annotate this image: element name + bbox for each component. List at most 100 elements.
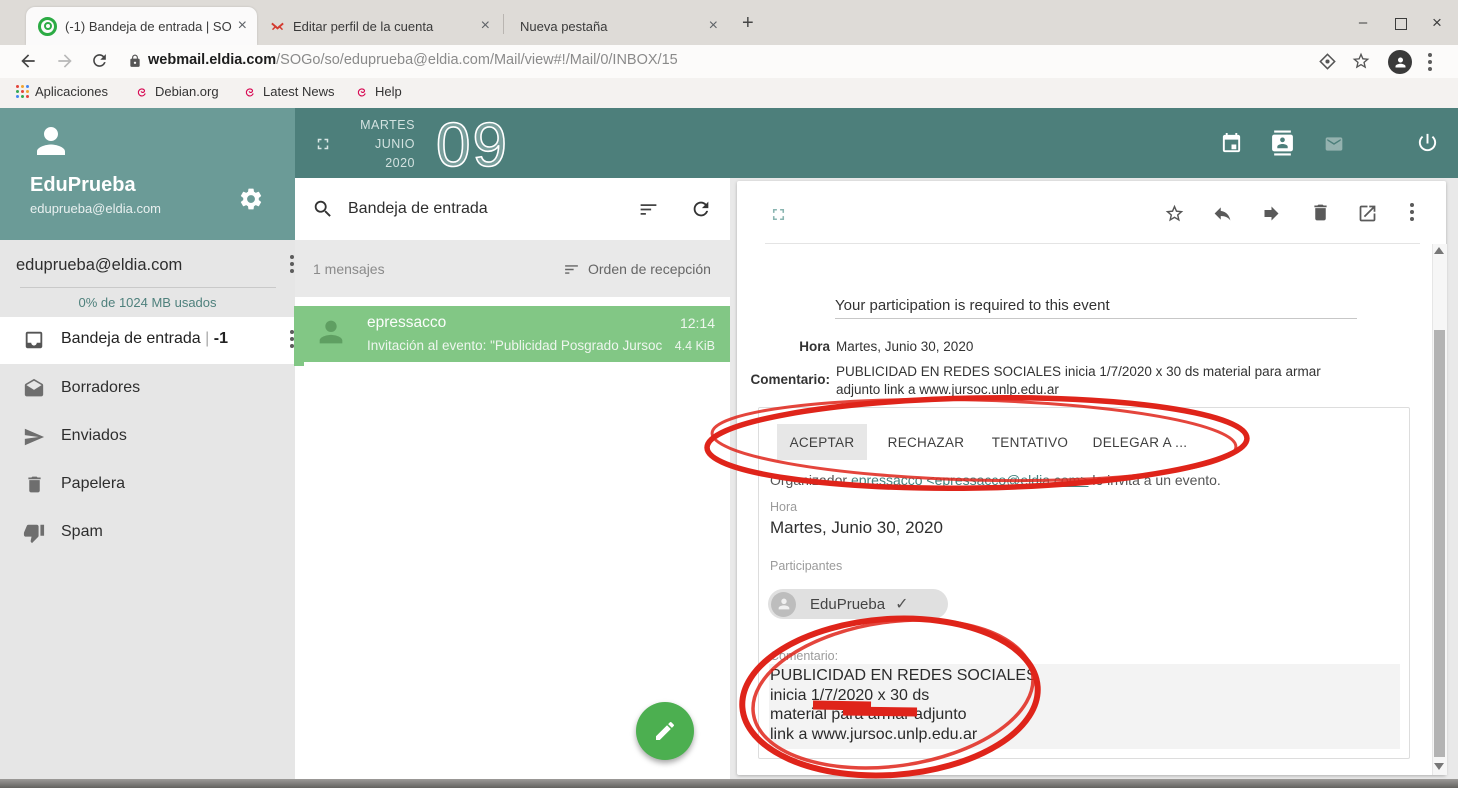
- folder-label: Bandeja de entrada: [61, 330, 201, 347]
- bookmark-apps[interactable]: Aplicaciones: [16, 84, 108, 99]
- bookmark-debian[interactable]: Debian.org: [135, 84, 219, 99]
- bookmark-star-icon[interactable]: [1351, 51, 1371, 71]
- send-icon: [23, 426, 45, 448]
- participant-chip[interactable]: EduPrueba ✓: [768, 589, 948, 619]
- sidebar-user-email: eduprueba@eldia.com: [30, 201, 161, 216]
- sidebar-item-drafts-label: Borradores: [61, 379, 140, 397]
- debian-swirl-icon: [135, 85, 149, 99]
- tab-title: Nueva pestaña: [520, 19, 703, 34]
- tab-close-icon[interactable]: ×: [703, 17, 728, 35]
- window-maximize-button[interactable]: [1395, 18, 1407, 30]
- invitation-comment-label: Comentario:: [770, 649, 838, 663]
- hora-value: Martes, Junio 30, 2020: [836, 339, 973, 354]
- participant-name: EduPrueba: [810, 596, 885, 613]
- back-icon[interactable]: [18, 51, 38, 71]
- tab-inbox[interactable]: (-1) Bandeja de entrada | SO ×: [26, 7, 257, 45]
- accept-button[interactable]: ACEPTAR: [777, 424, 867, 460]
- sidebar-account-label[interactable]: eduprueba@eldia.com: [16, 256, 182, 275]
- person-icon: [1393, 55, 1408, 70]
- bookmark-label: Debian.org: [155, 84, 219, 99]
- expand-mail-icon[interactable]: [769, 205, 788, 224]
- sogo-favicon: [38, 17, 57, 36]
- tab-close-icon[interactable]: ×: [475, 17, 500, 35]
- refresh-icon[interactable]: [690, 198, 712, 220]
- toolbar-divider: [765, 243, 1420, 244]
- bookmark-help[interactable]: Help: [355, 84, 402, 99]
- organizer-suffix: lo invita a un evento.: [1089, 472, 1221, 488]
- tab-new[interactable]: Nueva pestaña ×: [506, 7, 728, 45]
- forward-mail-icon[interactable]: [1261, 203, 1282, 224]
- search-input[interactable]: Bandeja de entrada: [348, 200, 488, 218]
- account-menu-icon[interactable]: [290, 255, 294, 276]
- participation-note: Your participation is required to this e…: [835, 297, 1110, 314]
- forward-icon[interactable]: [55, 51, 75, 71]
- sidebar-item-inbox-label: Bandeja de entrada | -1: [61, 330, 228, 348]
- tab-title: Editar perfil de la cuenta: [293, 19, 475, 34]
- window-bottom-edge: [0, 779, 1458, 788]
- hora-label: Hora: [745, 339, 830, 354]
- comentario-value: PUBLICIDAD EN REDES SOCIALES inicia 1/7/…: [836, 363, 1364, 398]
- browser-menu-icon[interactable]: [1428, 53, 1432, 74]
- apps-grid-icon: [16, 85, 29, 98]
- order-sort-icon[interactable]: [563, 261, 580, 278]
- preview-eye-icon[interactable]: [1318, 52, 1337, 71]
- organizer-line: Organizador epressacco <epressacco@eldia…: [770, 472, 1221, 488]
- comment-line: inicia 1/7/2020 x 30 ds: [770, 686, 1037, 706]
- new-tab-button[interactable]: +: [742, 12, 754, 35]
- mail-scrollbar-thumb[interactable]: [1434, 330, 1445, 757]
- tab-close-icon[interactable]: ×: [232, 17, 257, 35]
- comentario-label: Comentario:: [745, 372, 830, 387]
- tab-separator: [503, 14, 504, 34]
- scroll-up-icon[interactable]: [1434, 247, 1444, 254]
- gear-icon[interactable]: [238, 186, 264, 212]
- debian-swirl-icon: [355, 85, 369, 99]
- tentative-button[interactable]: TENTATIVO: [984, 424, 1076, 460]
- compose-fab-button[interactable]: [636, 702, 694, 760]
- power-icon[interactable]: [1416, 131, 1439, 154]
- message-size: 4.4 KiB: [663, 339, 715, 353]
- delete-icon[interactable]: [1310, 202, 1331, 223]
- browser-profile-avatar[interactable]: [1388, 50, 1412, 74]
- calendar-icon[interactable]: [1220, 132, 1243, 155]
- search-icon[interactable]: [312, 198, 334, 220]
- bookmark-label: Help: [375, 84, 402, 99]
- tab-edit-profile[interactable]: Editar perfil de la cuenta ×: [260, 7, 500, 45]
- order-label[interactable]: Orden de recepción: [588, 261, 711, 277]
- sidebar-item-spam-label: Spam: [61, 523, 103, 541]
- check-icon: ✓: [895, 594, 908, 614]
- comment-line: material para armar adjunto: [770, 705, 1037, 725]
- window-minimize-button[interactable]: –: [1348, 12, 1378, 34]
- flag-star-icon[interactable]: [1164, 203, 1185, 224]
- badge-separator: |: [205, 330, 209, 347]
- sidebar-divider: [20, 287, 276, 288]
- drafts-icon: [23, 378, 45, 400]
- participant-avatar: [771, 592, 796, 617]
- mail-menu-icon[interactable]: [1410, 203, 1414, 224]
- spam-thumb-down-icon: [23, 522, 45, 544]
- reject-button[interactable]: RECHAZAR: [879, 424, 973, 460]
- pencil-icon: [653, 719, 677, 743]
- organizer-prefix: Organizador: [770, 472, 851, 488]
- bookmark-latest-news[interactable]: Latest News: [243, 84, 335, 99]
- window-close-button[interactable]: ×: [1422, 12, 1452, 34]
- scroll-down-icon[interactable]: [1434, 763, 1444, 770]
- sort-icon[interactable]: [638, 199, 659, 220]
- organizer-link[interactable]: epressacco <epressacco@eldia.com>: [851, 472, 1089, 488]
- open-in-new-icon[interactable]: [1357, 203, 1378, 224]
- tab-title: (-1) Bandeja de entrada | SO: [65, 19, 232, 34]
- comment-line: PUBLICIDAD EN REDES SOCIALES: [770, 666, 1037, 686]
- reply-icon[interactable]: [1212, 203, 1233, 224]
- delegate-button[interactable]: DELEGAR A ...: [1088, 424, 1192, 460]
- quota-label: 0% de 1024 MB usados: [0, 295, 295, 310]
- sidebar-item-sent-label: Enviados: [61, 427, 127, 445]
- contacts-icon[interactable]: [1270, 130, 1295, 156]
- fullscreen-icon[interactable]: [314, 135, 332, 153]
- debian-swirl-icon: [243, 85, 257, 99]
- header-month: JUNIO: [345, 137, 415, 151]
- reload-icon[interactable]: [90, 51, 109, 70]
- url-bar[interactable]: webmail.eldia.com/SOGo/so/eduprueba@eldi…: [148, 52, 678, 68]
- invitation-comment-text: PUBLICIDAD EN REDES SOCIALES inicia 1/7/…: [770, 666, 1037, 745]
- user-avatar-icon: [30, 120, 72, 162]
- mail-icon[interactable]: [1322, 134, 1346, 154]
- header-weekday: MARTES: [345, 118, 415, 132]
